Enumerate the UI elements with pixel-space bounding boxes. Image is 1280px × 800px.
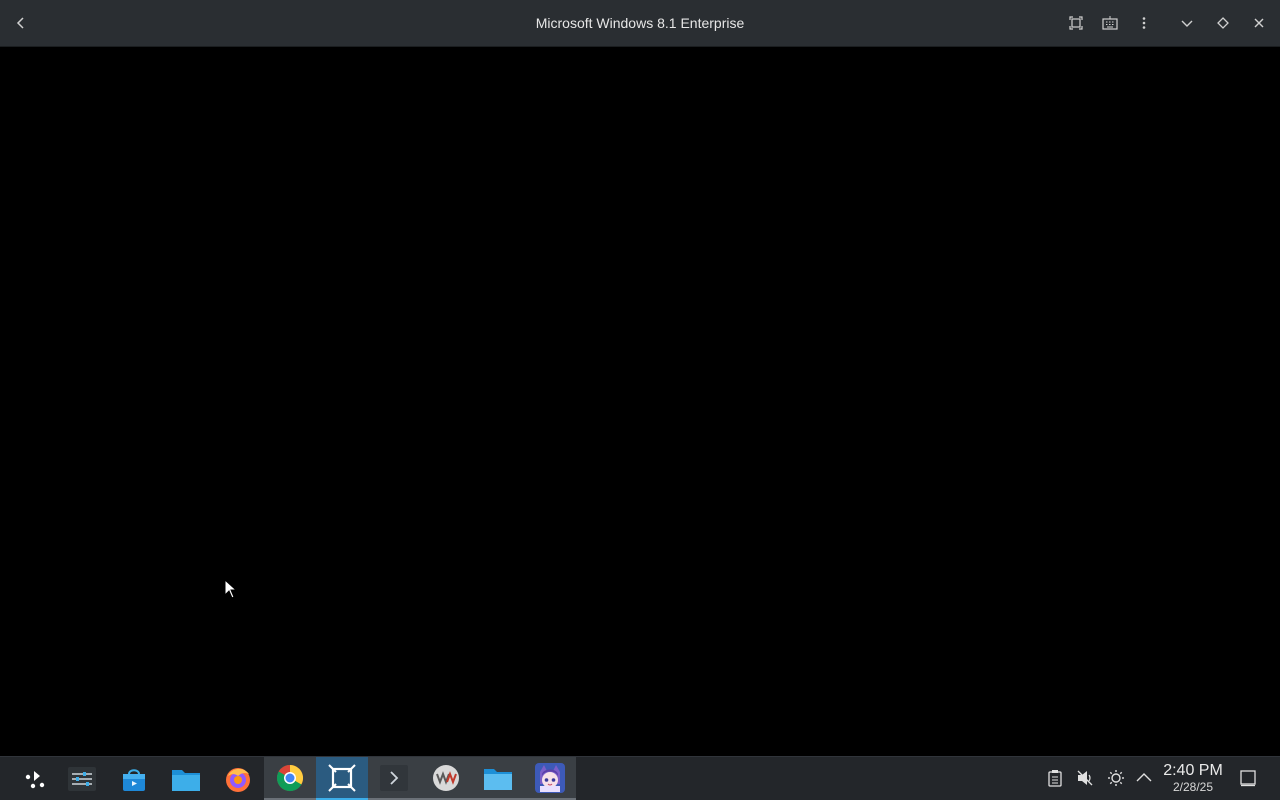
discover-store-button[interactable]: [108, 757, 160, 800]
mouse-pointer-icon: [224, 579, 238, 599]
vmware-button[interactable]: [420, 757, 472, 800]
folder-window-button[interactable]: [472, 757, 524, 800]
application-launcher-button[interactable]: [8, 757, 60, 800]
volume-muted-icon: [1077, 770, 1093, 786]
vmware-icon: [433, 764, 459, 791]
clipboard-tray-button[interactable]: [1044, 767, 1066, 789]
store-bag-icon: [123, 768, 145, 791]
clock-time: 2:40 PM: [1163, 762, 1223, 779]
minimize-button[interactable]: [1172, 8, 1202, 38]
chrome-button[interactable]: [264, 757, 316, 800]
volume-tray-button[interactable]: [1074, 767, 1096, 789]
brightness-icon: [1108, 770, 1124, 786]
show-desktop-icon: [1240, 770, 1256, 787]
chevron-up-icon: [1136, 773, 1152, 782]
window-titlebar: Microsoft Windows 8.1 Enterprise: [0, 0, 1280, 47]
show-desktop-button[interactable]: [1237, 767, 1259, 789]
avatar-icon: [535, 762, 565, 793]
folder-window-icon: [484, 768, 512, 790]
firefox-icon: [226, 767, 250, 792]
close-icon: [1254, 18, 1264, 28]
fullscreen-icon: [1069, 16, 1083, 30]
terminal-icon: [380, 764, 408, 791]
clock-date: 2/28/25: [1172, 780, 1214, 794]
more-options-button[interactable]: [1129, 8, 1159, 38]
back-button[interactable]: [6, 8, 36, 38]
chevron-down-icon: [1181, 20, 1193, 27]
settings-sliders-icon: [68, 766, 96, 791]
folder-icon: [172, 769, 200, 791]
anime-app-button[interactable]: [524, 757, 576, 800]
digital-clock[interactable]: 2:40 PM 2/28/25: [1158, 762, 1228, 794]
vm-display[interactable]: [0, 48, 1280, 756]
fullscreen-button[interactable]: [1061, 8, 1091, 38]
keyboard-button[interactable]: [1095, 8, 1125, 38]
firefox-button[interactable]: [212, 757, 264, 800]
virt-manager-button[interactable]: [316, 757, 368, 800]
vm-frame-icon: [328, 763, 356, 792]
file-manager-button[interactable]: [160, 757, 212, 800]
close-button[interactable]: [1244, 8, 1274, 38]
system-settings-button[interactable]: [56, 757, 108, 800]
back-icon: [16, 17, 24, 29]
taskbar: 2:40 PM 2/28/25: [0, 756, 1280, 800]
tray-expand-button[interactable]: [1133, 767, 1155, 789]
keep-above-button[interactable]: [1208, 8, 1238, 38]
more-vert-icon: [1142, 17, 1146, 29]
chrome-icon: [276, 764, 304, 791]
terminal-button[interactable]: [368, 757, 420, 800]
launcher-icon: [25, 770, 45, 788]
keyboard-icon: [1102, 16, 1118, 30]
brightness-tray-button[interactable]: [1105, 767, 1127, 789]
clipboard-icon: [1048, 770, 1062, 787]
keep-above-icon: [1217, 17, 1229, 29]
